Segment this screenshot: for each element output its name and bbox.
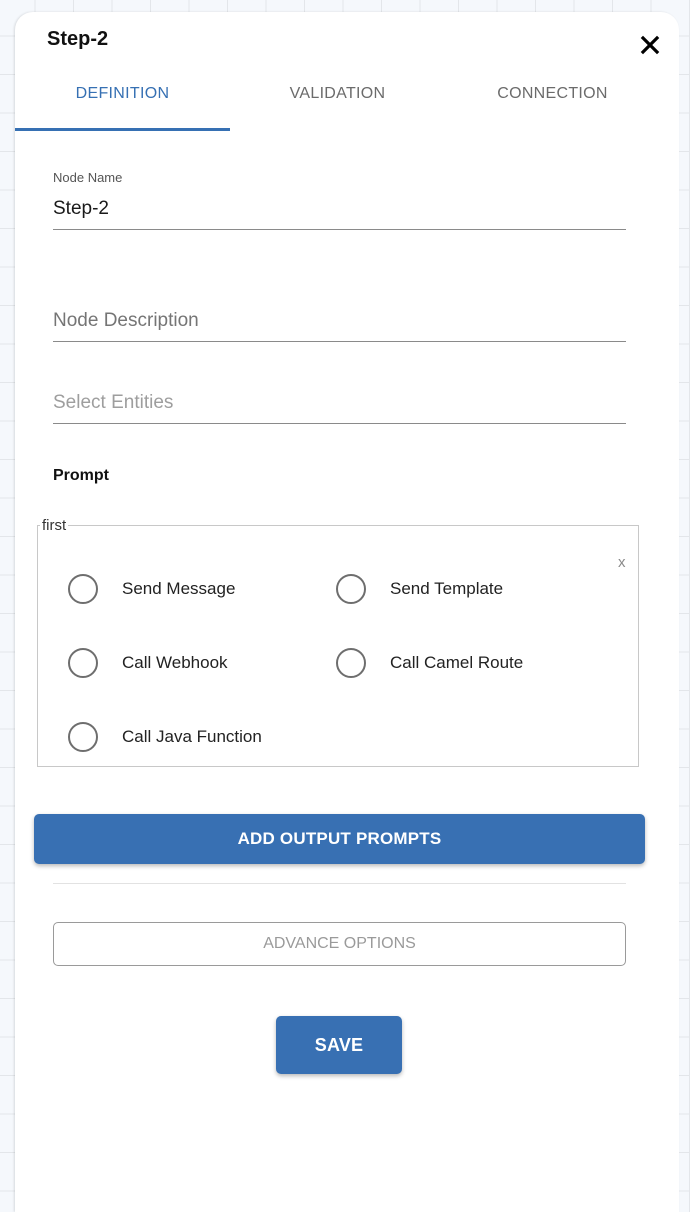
radio-call-camel-route[interactable]: Call Camel Route bbox=[336, 648, 523, 678]
radio-label: Call Webhook bbox=[122, 653, 228, 672]
select-entities-field[interactable]: Select Entities bbox=[53, 392, 626, 424]
radio-label: Send Message bbox=[122, 579, 236, 598]
tab-connection[interactable]: CONNECTION bbox=[445, 74, 660, 130]
tab-bar: DEFINITION VALIDATION CONNECTION bbox=[15, 74, 660, 130]
node-description-input[interactable]: Node Description bbox=[53, 310, 626, 332]
select-entities-underline bbox=[53, 423, 626, 424]
node-name-underline bbox=[53, 229, 626, 230]
advance-options-button[interactable]: ADVANCE OPTIONS bbox=[53, 922, 626, 966]
panel-title: Step-2 bbox=[47, 28, 109, 50]
radio-call-java-function[interactable]: Call Java Function bbox=[68, 722, 262, 752]
prompt-group: first x Send Message Send Template Call … bbox=[37, 517, 639, 767]
close-button[interactable] bbox=[635, 30, 665, 60]
remove-prompt-button[interactable]: x bbox=[618, 554, 626, 571]
radio-circle-icon[interactable] bbox=[336, 574, 366, 604]
add-output-prompts-button[interactable]: ADD OUTPUT PROMPTS bbox=[34, 814, 645, 864]
radio-label: Call Java Function bbox=[122, 727, 262, 746]
select-entities-input[interactable]: Select Entities bbox=[53, 392, 626, 414]
prompt-group-legend: first bbox=[42, 517, 67, 534]
node-name-input[interactable]: Step-2 bbox=[53, 198, 626, 220]
node-name-field[interactable]: Node Name Step-2 bbox=[53, 170, 626, 230]
radio-circle-icon[interactable] bbox=[336, 648, 366, 678]
tab-validation[interactable]: VALIDATION bbox=[230, 74, 445, 130]
prompt-section-title: Prompt bbox=[53, 467, 109, 484]
node-editor-panel: Step-2 DEFINITION VALIDATION CONNECTION … bbox=[15, 12, 679, 1212]
save-button[interactable]: SAVE bbox=[276, 1016, 402, 1074]
radio-call-webhook[interactable]: Call Webhook bbox=[68, 648, 228, 678]
radio-label: Call Camel Route bbox=[390, 653, 524, 672]
node-description-field[interactable]: Node Description bbox=[53, 310, 626, 342]
radio-circle-icon[interactable] bbox=[68, 574, 98, 604]
active-tab-indicator bbox=[15, 128, 230, 131]
radio-send-message[interactable]: Send Message bbox=[68, 574, 235, 604]
radio-label: Send Template bbox=[390, 579, 504, 598]
close-icon bbox=[640, 35, 660, 55]
radio-send-template[interactable]: Send Template bbox=[336, 574, 503, 604]
radio-circle-icon[interactable] bbox=[68, 722, 98, 752]
tab-definition[interactable]: DEFINITION bbox=[15, 74, 230, 130]
section-divider bbox=[53, 883, 626, 884]
node-name-label: Node Name bbox=[53, 170, 123, 185]
radio-circle-icon[interactable] bbox=[68, 648, 98, 678]
node-description-underline bbox=[53, 341, 626, 342]
